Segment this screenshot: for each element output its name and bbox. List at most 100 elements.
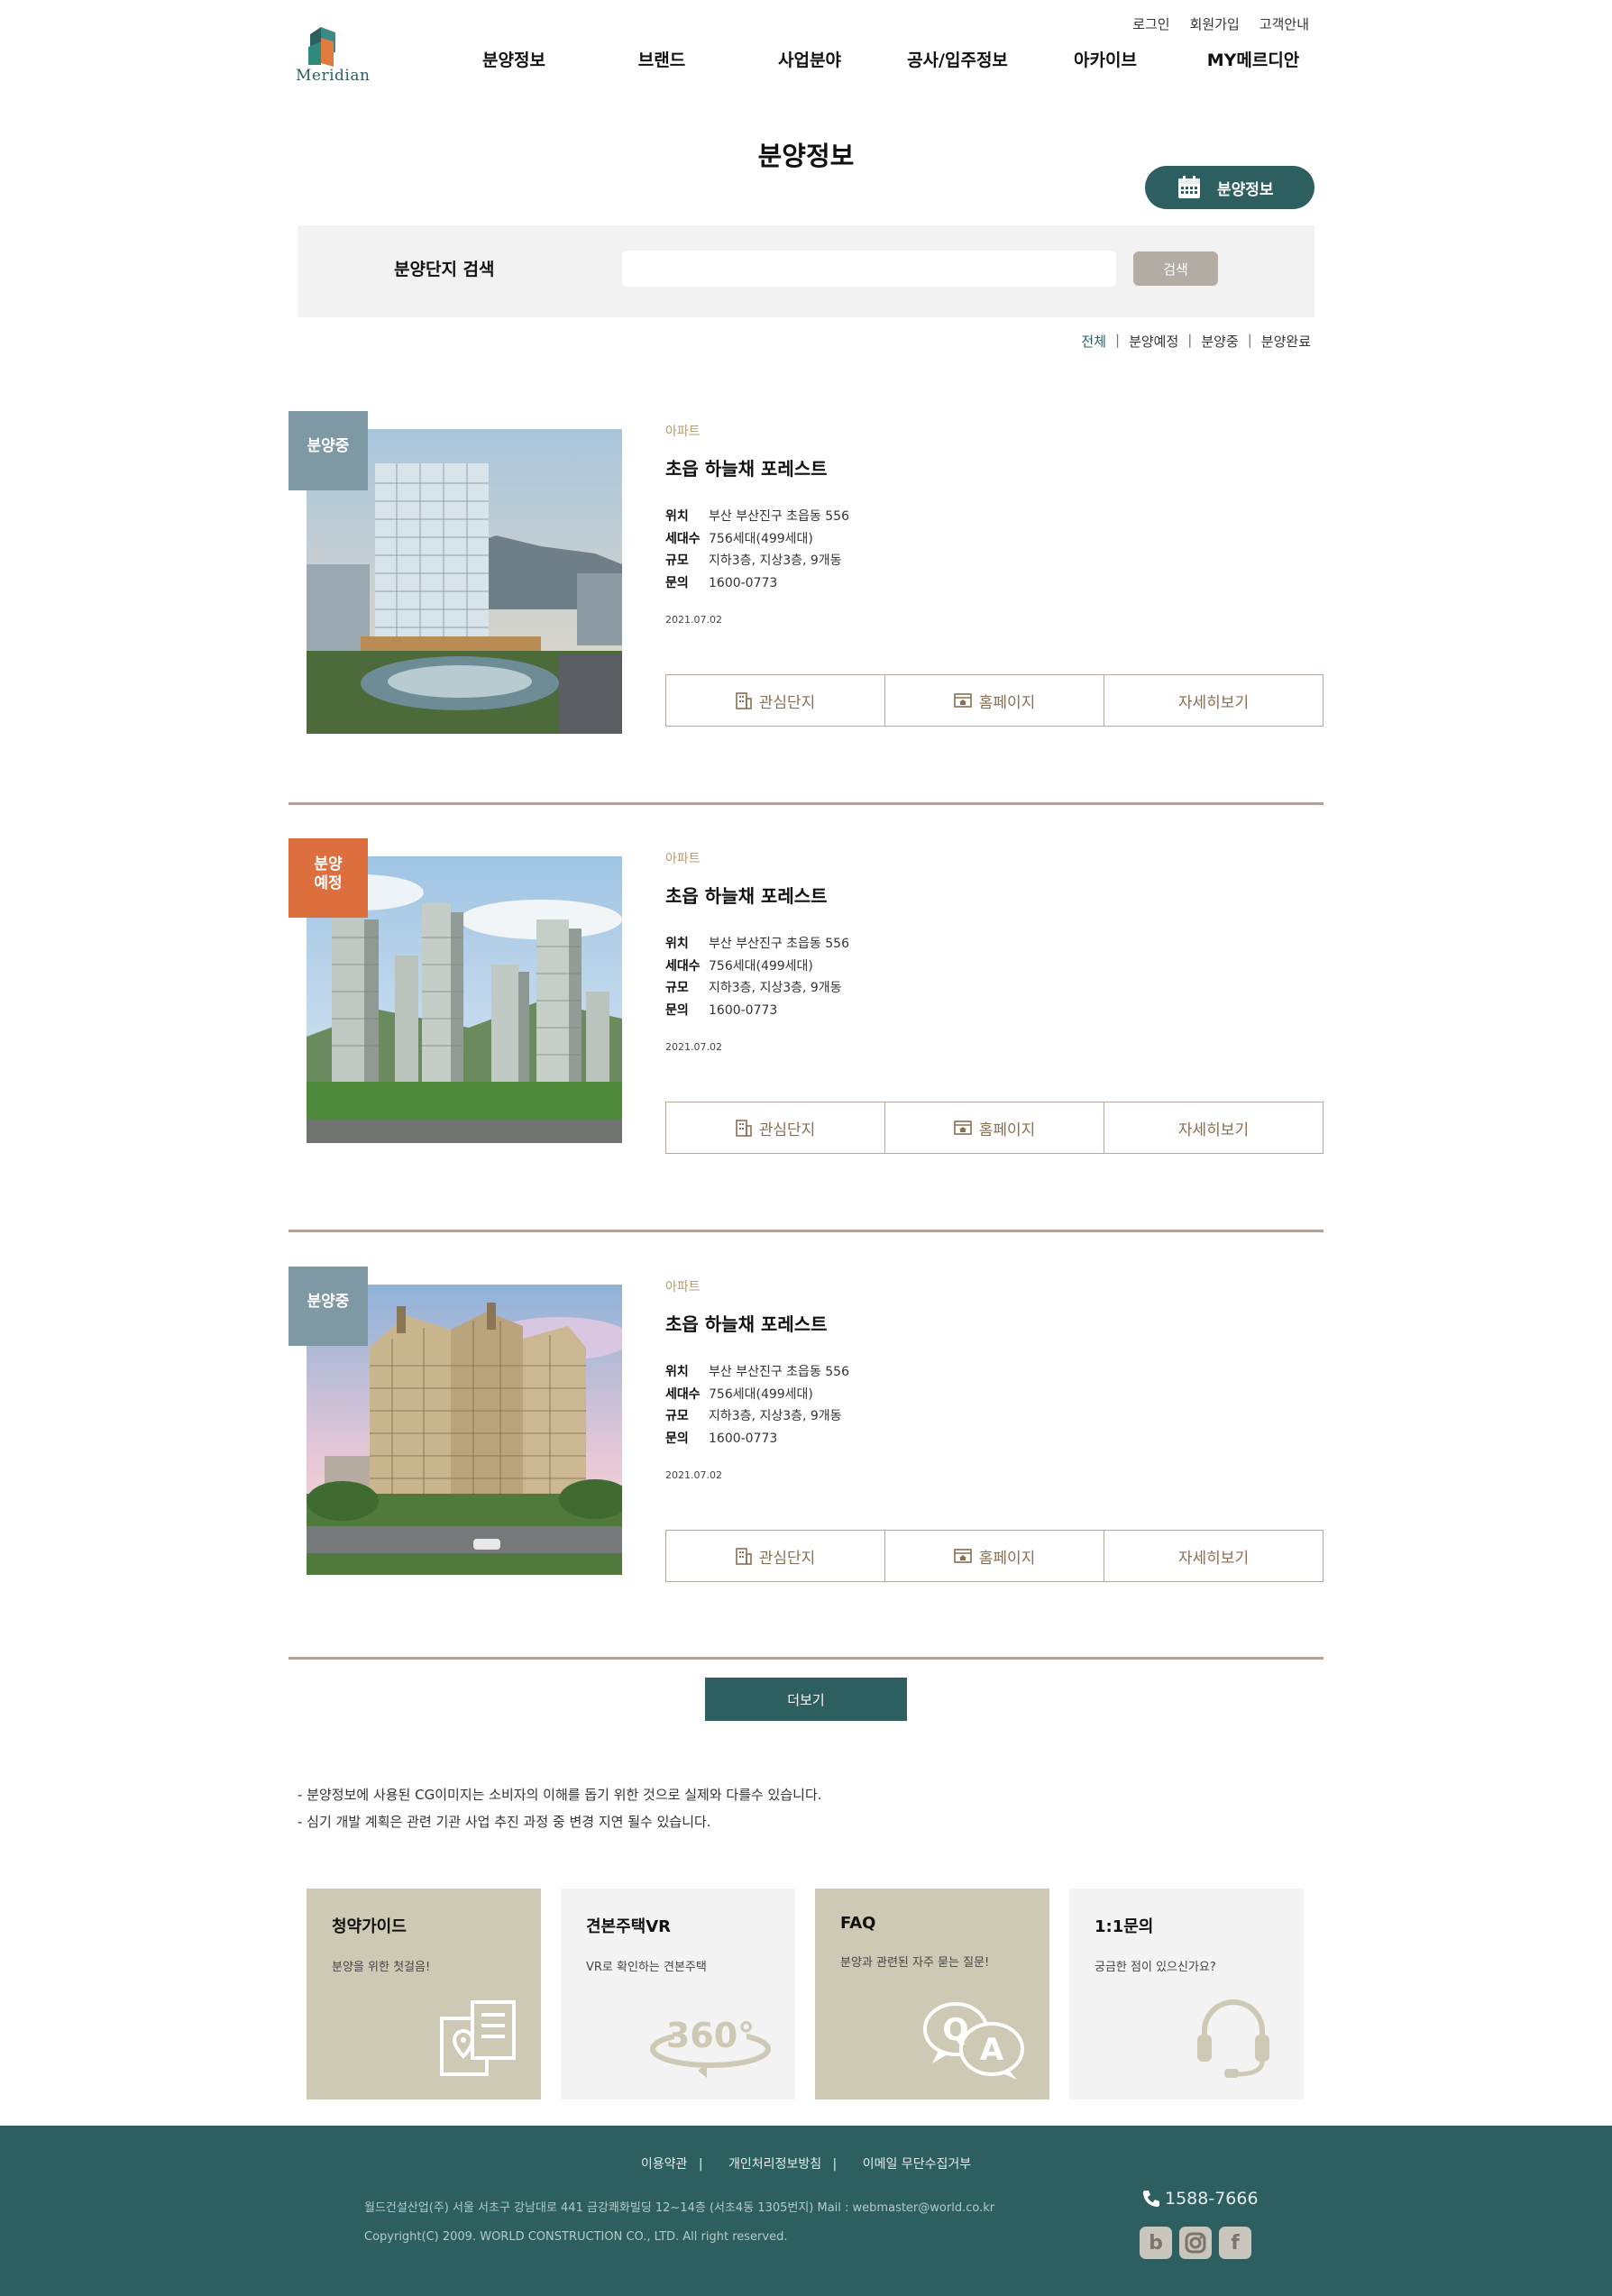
details-button[interactable]: 자세히보기 bbox=[1104, 1531, 1323, 1581]
card-subscription-guide[interactable]: 청약가이드 분양을 위한 첫걸음! bbox=[307, 1889, 541, 2099]
spec-label: 위치 bbox=[665, 937, 689, 951]
listing-name[interactable]: 초읍 하늘채 포레스트 bbox=[665, 454, 1323, 480]
quick-links: 청약가이드 분양을 위한 첫걸음! 견본주택VR VR로 확인하는 견본주택 3… bbox=[307, 1889, 1305, 2099]
listing-divider bbox=[289, 1657, 1323, 1660]
details-button[interactable]: 자세히보기 bbox=[1104, 675, 1323, 726]
badge-line: 예정 bbox=[314, 874, 343, 892]
homepage-button[interactable]: 홈페이지 bbox=[885, 1531, 1104, 1581]
phone-number[interactable]: 1588-7666 bbox=[1141, 2189, 1259, 2209]
terms-link[interactable]: 이용약관 bbox=[641, 2157, 688, 2172]
status-badge: 분양중 bbox=[289, 411, 368, 490]
status-badge: 분양 예정 bbox=[289, 838, 368, 918]
nav-my-meridian[interactable]: MY메르디안 bbox=[1181, 47, 1325, 71]
status-filters: 전체 | 분양예정 | 분양중 | 분양완료 bbox=[1072, 332, 1311, 351]
company-info: 월드건설산업(주) 서울 서초구 강남대로 441 금강쾌화빌딩 12~14층 … bbox=[364, 2194, 994, 2252]
disclaimer-notes: - 분양정보에 사용된 CG이미지는 소비자의 이해를 돕기 위한 것으로 실제… bbox=[298, 1781, 822, 1835]
listing-name[interactable]: 초읍 하늘채 포레스트 bbox=[665, 882, 1323, 908]
listing-divider bbox=[289, 802, 1323, 805]
card-faq[interactable]: FAQ 분양과 관련된 자주 묻는 질문! Q A bbox=[815, 1889, 1049, 2099]
filter-all[interactable]: 전체 bbox=[1072, 332, 1115, 351]
search-label: 분양단지 검색 bbox=[394, 260, 495, 279]
listing-date: 2021.07.02 bbox=[665, 1469, 722, 1481]
listing-name[interactable]: 초읍 하늘채 포레스트 bbox=[665, 1310, 1323, 1336]
spec-label: 세대수 bbox=[665, 531, 701, 546]
guide-map-icon bbox=[440, 2000, 516, 2076]
footer-links: 이용약관 | 개인처리정보방침 | 이메일 무단수집거부 bbox=[0, 2154, 1612, 2173]
customer-guide-link[interactable]: 고객안내 bbox=[1259, 14, 1309, 33]
faq-q-letter: Q bbox=[943, 2012, 969, 2048]
logo-text: Meridian bbox=[296, 67, 371, 85]
card-desc: 궁금한 점이 있으신가요? bbox=[1095, 1961, 1216, 1974]
utility-links: 로그인 회원가입 고객안내 bbox=[1132, 14, 1309, 33]
instagram-icon[interactable] bbox=[1179, 2227, 1212, 2259]
listing-info: 아파트 초읍 하늘채 포레스트 위치 부산 부산진구 초읍동 556 세대수 756… bbox=[665, 1277, 1323, 1481]
spec-location: 부산 부산진구 초읍동 556 bbox=[709, 937, 849, 951]
sales-info-pill-button[interactable]: 분양정보 bbox=[1145, 166, 1314, 209]
card-title: 청약가이드 bbox=[332, 1917, 407, 1936]
details-button[interactable]: 자세히보기 bbox=[1104, 1102, 1323, 1153]
facebook-icon[interactable]: f bbox=[1219, 2227, 1251, 2259]
listing-type: 아파트 bbox=[665, 425, 701, 439]
filter-on-sale[interactable]: 분양중 bbox=[1192, 332, 1247, 351]
listing-actions: 관심단지 홈페이지 자세히보기 bbox=[665, 1102, 1323, 1154]
spec-scale: 지하3층, 지상3층, 9개동 bbox=[709, 981, 842, 995]
filter-completed[interactable]: 분양완료 bbox=[1252, 332, 1311, 351]
homepage-icon bbox=[953, 693, 972, 708]
listing-info: 아파트 초읍 하늘채 포레스트 위치 부산 부산진구 초읍동 556 세대수 756… bbox=[665, 422, 1323, 626]
phone-text: 1588-7666 bbox=[1165, 2189, 1259, 2209]
details-label: 자세히보기 bbox=[1177, 693, 1250, 712]
card-desc: 분양을 위한 첫걸음! bbox=[332, 1961, 431, 1974]
homepage-label: 홈페이지 bbox=[978, 1549, 1036, 1568]
favorite-button[interactable]: 관심단지 bbox=[666, 675, 885, 726]
badge-line: 분양 bbox=[314, 855, 343, 874]
favorite-button[interactable]: 관심단지 bbox=[666, 1531, 885, 1581]
login-link[interactable]: 로그인 bbox=[1132, 14, 1169, 33]
load-more-button[interactable]: 더보기 bbox=[705, 1678, 907, 1721]
spec-units: 756세대(499세대) bbox=[709, 1386, 813, 1402]
building-icon bbox=[735, 692, 752, 709]
vr-360-text: 360° bbox=[666, 2016, 755, 2055]
card-inquiry[interactable]: 1:1문의 궁금한 점이 있으신가요? bbox=[1069, 1889, 1304, 2099]
blog-glyph: b bbox=[1149, 2231, 1163, 2255]
listing-specs: 위치 부산 부산진구 초읍동 556 세대수 756세대(499세대) 규모 지하3층… bbox=[665, 506, 1323, 594]
nav-business[interactable]: 사업분야 bbox=[737, 47, 882, 71]
spec-location: 부산 부산진구 초읍동 556 bbox=[709, 1365, 849, 1379]
spec-scale: 지하3층, 지상3층, 9개동 bbox=[709, 1409, 842, 1423]
footer-separator: | bbox=[832, 2157, 841, 2172]
listing-card: 분양중 아파트 초읍 하늘채 포레스트 위치 부산 부산진구 초읍동 556 세대… bbox=[289, 1267, 1323, 1663]
details-label: 자세히보기 bbox=[1177, 1121, 1250, 1139]
homepage-button[interactable]: 홈페이지 bbox=[885, 675, 1104, 726]
copyright: Copyright(C) 2009. WORLD CONSTRUCTION CO… bbox=[364, 2230, 788, 2244]
filter-upcoming[interactable]: 분양예정 bbox=[1120, 332, 1187, 351]
listing-type: 아파트 bbox=[665, 852, 701, 866]
spec-label: 세대수 bbox=[665, 1386, 701, 1402]
privacy-link[interactable]: 개인처리정보방침 bbox=[728, 2157, 821, 2172]
spec-label: 규모 bbox=[665, 1409, 689, 1423]
headset-icon bbox=[1197, 1999, 1269, 2078]
qa-bubbles-icon: Q A bbox=[923, 2002, 1024, 2080]
card-model-house-vr[interactable]: 견본주택VR VR로 확인하는 견본주택 360° bbox=[561, 1889, 795, 2099]
favorite-label: 관심단지 bbox=[758, 1121, 816, 1139]
email-refusal-link[interactable]: 이메일 무단수집거부 bbox=[863, 2157, 971, 2172]
nav-sales-info[interactable]: 분양정보 bbox=[442, 47, 586, 71]
listing-date: 2021.07.02 bbox=[665, 1041, 722, 1053]
homepage-label: 홈페이지 bbox=[978, 1121, 1036, 1139]
vr-360-icon: 360° bbox=[650, 2016, 771, 2078]
listing-date: 2021.07.02 bbox=[665, 614, 722, 626]
nav-archive[interactable]: 아카이브 bbox=[1033, 47, 1177, 71]
signup-link[interactable]: 회원가입 bbox=[1190, 14, 1240, 33]
spec-contact: 1600-0773 bbox=[709, 575, 778, 590]
listing-actions: 관심단지 홈페이지 자세히보기 bbox=[665, 1530, 1323, 1582]
blog-icon[interactable]: b bbox=[1140, 2227, 1172, 2259]
card-title: FAQ bbox=[840, 1914, 876, 1933]
favorite-button[interactable]: 관심단지 bbox=[666, 1102, 885, 1153]
search-input[interactable] bbox=[622, 251, 1116, 287]
main-nav: 분양정보 브랜드 사업분야 공사/입주정보 아카이브 MY메르디안 bbox=[442, 47, 1325, 71]
listing-info: 아파트 초읍 하늘채 포레스트 위치 부산 부산진구 초읍동 556 세대수 756… bbox=[665, 849, 1323, 1053]
search-button[interactable]: 검색 bbox=[1133, 252, 1218, 286]
nav-brand[interactable]: 브랜드 bbox=[590, 47, 734, 71]
nav-construction[interactable]: 공사/입주정보 bbox=[885, 47, 1030, 71]
homepage-button[interactable]: 홈페이지 bbox=[885, 1102, 1104, 1153]
card-title: 견본주택VR bbox=[586, 1917, 672, 1936]
faq-a-letter: A bbox=[980, 2032, 1004, 2068]
